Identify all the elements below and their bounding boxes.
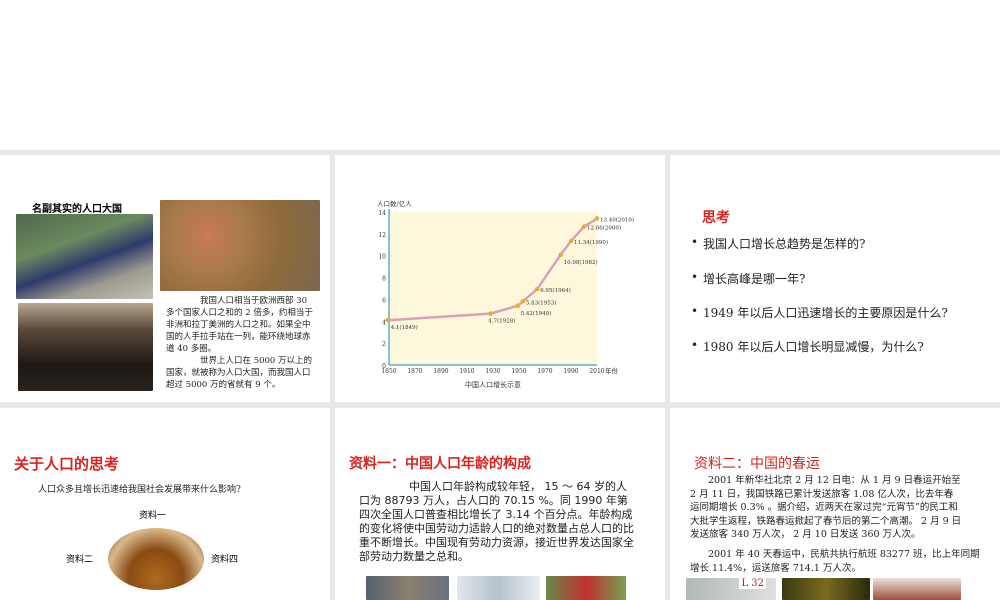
slide-paragraph-1: 2001 年新华社北京 2 月 12 日电：从 1 月 9 日春运开始至 2 月… — [690, 475, 962, 540]
y-tick-label: 14 — [378, 210, 386, 217]
data-point — [558, 252, 563, 258]
data-point — [520, 298, 526, 304]
data-label: 4.7(1928) — [488, 318, 515, 325]
slide-question: 人口众多且增长迅速给我国社会发展带来什么影响? — [38, 485, 241, 495]
farm-photo — [546, 576, 626, 600]
x-tick-label: 1930 — [485, 368, 500, 375]
data-label: 5.42(1949) — [521, 310, 552, 317]
slide-paragraph-2: 世界上人口在 5000 万以上的国家，就被称为人口大国，而我国人口超过 5000… — [166, 356, 313, 390]
mall-crowd-photo — [18, 303, 153, 391]
material-2-label[interactable]: 资料二 — [66, 552, 93, 565]
x-tick-label: 1890 — [433, 368, 448, 375]
x-tick-label: 1990 — [563, 368, 578, 375]
slide-title: 关于人口的思考 — [14, 455, 120, 473]
slide-thumbnail-4[interactable]: 关于人口的思考 人口众多且增长迅速给我国社会发展带来什么影响? 资料一 资料二 … — [0, 408, 330, 600]
data-point — [594, 216, 600, 221]
data-point — [488, 311, 493, 316]
question-item: 1980 年以后人口增长明显减慢，为什么? — [691, 338, 924, 355]
data-point — [534, 286, 540, 292]
slide-thumbnail-5[interactable]: 资料一：中国人口年龄的构成 中国人口年龄构成较年轻， 15 ～ 64 岁的人口为… — [335, 408, 665, 600]
x-tick-label: 1850 — [381, 368, 396, 375]
data-label: 4.1(1849) — [391, 324, 418, 331]
data-label: 5.83(1953) — [526, 299, 557, 306]
question-item: 增长高峰是哪一年? — [691, 270, 805, 287]
workers-photo — [366, 576, 449, 600]
beach-crowd-photo — [160, 200, 320, 291]
platform-sign: L 32 — [739, 578, 766, 589]
population-line-chart: 024681012141850 1870 1890 1910 1930 1950 1970 1… — [377, 199, 634, 389]
x-axis-label: 年份 — [605, 366, 619, 375]
slide-title: 资料二：中国的春运 — [694, 456, 820, 472]
chart-title: 中国人口增长示意 — [465, 380, 521, 389]
slide-paragraph-2: 2001 年 40 天春运中，民航共执行航班 83277 班，比上年同期增长 1… — [690, 549, 980, 574]
slide-paragraph-1: 我国人口相当于欧洲西部 30 多个国家人口之和的 2 倍多，约相当于非洲和拉丁美… — [166, 296, 313, 354]
train-station-photo: L 32 — [686, 578, 776, 600]
factory-photo — [457, 576, 540, 600]
x-tick-label: 1870 — [407, 368, 422, 375]
y-tick-label: 6 — [382, 297, 386, 304]
slide-thumbnail-6[interactable]: 资料二：中国的春运 2001 年新华社北京 2 月 12 日电：从 1 月 9 … — [670, 408, 1000, 600]
data-label: 6.95(1964) — [540, 287, 571, 294]
slide-thumbnail-2[interactable]: 0 2 4 6 8 10 12 14 1850 1870 1890 1910 1930 1950 1970 1… — [335, 155, 665, 402]
x-tick-label: 1950 — [511, 368, 526, 375]
slide-title: 名副其实的人口大国 — [32, 204, 122, 215]
data-point — [385, 317, 390, 323]
waiting-hall-photo — [873, 578, 961, 600]
data-label: 10.08(1982) — [564, 259, 598, 266]
data-point — [568, 238, 574, 244]
data-label: 11.34(1990) — [574, 239, 608, 246]
y-tick-label: 10 — [378, 254, 386, 261]
slide-thumbnail-1[interactable]: 名副其实的人口大国 我国人口相当于欧洲西部 30 多个国家人口之和的 2 倍多，… — [0, 155, 330, 402]
data-label: 13.40(2010) — [600, 217, 634, 224]
material-1-label[interactable]: 资料一 — [139, 508, 166, 521]
x-tick-label: 1910 — [459, 368, 474, 375]
data-point — [515, 303, 520, 309]
y-tick-label: 12 — [378, 232, 386, 239]
great-wall-photo — [16, 214, 153, 299]
x-tick-label: 1970 — [537, 368, 552, 375]
question-item: 1949 年以后人口迅速增长的主要原因是什么? — [691, 304, 948, 321]
material-4-label[interactable]: 资料四 — [211, 552, 238, 565]
slide-title: 资料一：中国人口年龄的构成 — [349, 456, 531, 472]
data-point — [581, 224, 587, 229]
crowd-oval-photo — [108, 528, 204, 590]
crowd-night-photo — [782, 578, 870, 600]
question-item: 我国人口增长总趋势是怎样的? — [691, 235, 865, 252]
slide-title: 思考 — [702, 210, 730, 226]
y-tick-label: 8 — [382, 276, 386, 283]
slide-body: 中国人口年龄构成较年轻， 15 ～ 64 岁的人口为 88793 万人，占人口的… — [359, 480, 634, 563]
data-label: 12.66(2000) — [587, 225, 621, 232]
top-area — [0, 0, 1000, 150]
slide-thumbnail-3[interactable]: 思考 我国人口增长总趋势是怎样的? 增长高峰是哪一年? 1949 年以后人口迅速… — [670, 155, 1000, 402]
y-axis-label: 人口数/亿人 — [377, 199, 412, 208]
y-tick-label: 2 — [382, 341, 386, 348]
x-tick-label: 2010 — [589, 368, 604, 375]
